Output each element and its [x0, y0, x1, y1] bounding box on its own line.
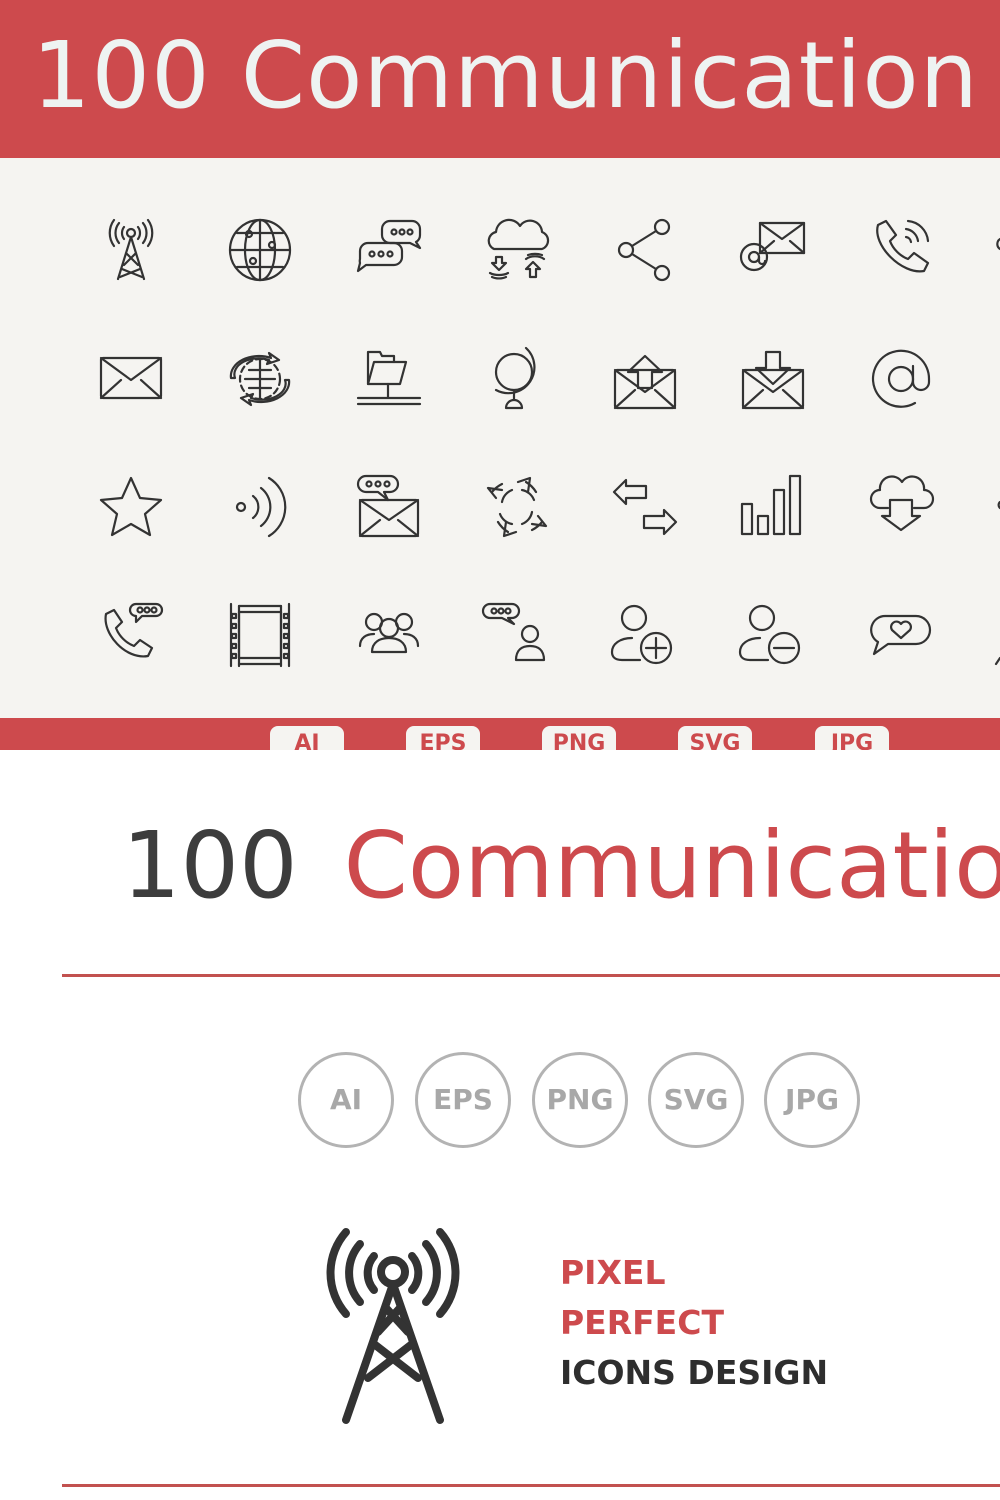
mail-chat-icon	[354, 472, 424, 542]
partial-icon	[994, 472, 1000, 542]
tagline-line-1: PIXEL	[560, 1253, 666, 1292]
format-circle-svg: SVG	[648, 1052, 744, 1148]
tagline-line-3: ICONS DESIGN	[560, 1353, 829, 1392]
partial-icon	[994, 344, 1000, 414]
format-circle-png: PNG	[532, 1052, 628, 1148]
title-word: Communication Icons	[343, 812, 1000, 919]
format-tab-eps: EPS	[406, 726, 480, 750]
radio-tower-icon	[96, 215, 166, 285]
desk-globe-icon	[482, 344, 552, 414]
globe-network-icon	[225, 215, 295, 285]
user-chat-icon	[481, 600, 552, 670]
swap-arrows-icon	[610, 472, 680, 542]
divider-top	[62, 974, 1000, 977]
signal-bars-icon	[738, 472, 808, 542]
format-tab-ai: AI	[270, 726, 344, 750]
tagline-line-2: PERFECT	[560, 1303, 724, 1342]
user-group-icon	[354, 600, 424, 670]
title-number: 100	[122, 812, 298, 919]
mail-receive-icon	[738, 344, 808, 414]
film-strip-icon	[225, 600, 295, 670]
chat-bubbles-icon	[354, 215, 424, 285]
cloud-download-icon	[866, 472, 936, 542]
format-circle-eps: EPS	[415, 1052, 511, 1148]
format-band: AI EPS PNG SVG JPG	[0, 718, 1000, 750]
partial-icon	[994, 215, 1000, 285]
phone-ringing-icon	[866, 215, 936, 285]
share-icon	[610, 215, 680, 285]
icon-grid-panel	[0, 158, 1000, 718]
format-circle-jpg: JPG	[764, 1052, 860, 1148]
network-folder-icon	[354, 344, 424, 414]
section-title: 100 Communication Icons	[122, 812, 1000, 919]
envelope-icon	[96, 344, 166, 414]
divider-bottom	[62, 1484, 1000, 1487]
format-tab-png: PNG	[542, 726, 616, 750]
wireless-signal-icon	[225, 472, 295, 542]
partial-icon	[994, 600, 1000, 670]
phone-chat-icon	[96, 600, 166, 670]
cloud-transfer-icon	[482, 215, 552, 285]
globe-sync-icon	[225, 344, 295, 414]
at-sign-icon	[866, 344, 936, 414]
format-circle-ai: AI	[298, 1052, 394, 1148]
radio-tower-icon	[316, 1216, 470, 1426]
email-at-icon	[738, 215, 808, 285]
heart-message-icon	[866, 600, 936, 670]
hero-title: 100 Communication Icons	[32, 22, 1000, 129]
format-tab-jpg: JPG	[815, 726, 889, 750]
user-remove-icon	[738, 600, 808, 670]
star-icon	[96, 472, 166, 542]
hero-banner: 100 Communication Icons	[0, 0, 1000, 158]
format-tab-svg: SVG	[678, 726, 752, 750]
mail-send-icon	[610, 344, 680, 414]
user-add-icon	[610, 600, 680, 670]
tagline: PIXEL PERFECT ICONS DESIGN	[560, 1248, 828, 1398]
arrows-cycle-icon	[482, 472, 552, 542]
